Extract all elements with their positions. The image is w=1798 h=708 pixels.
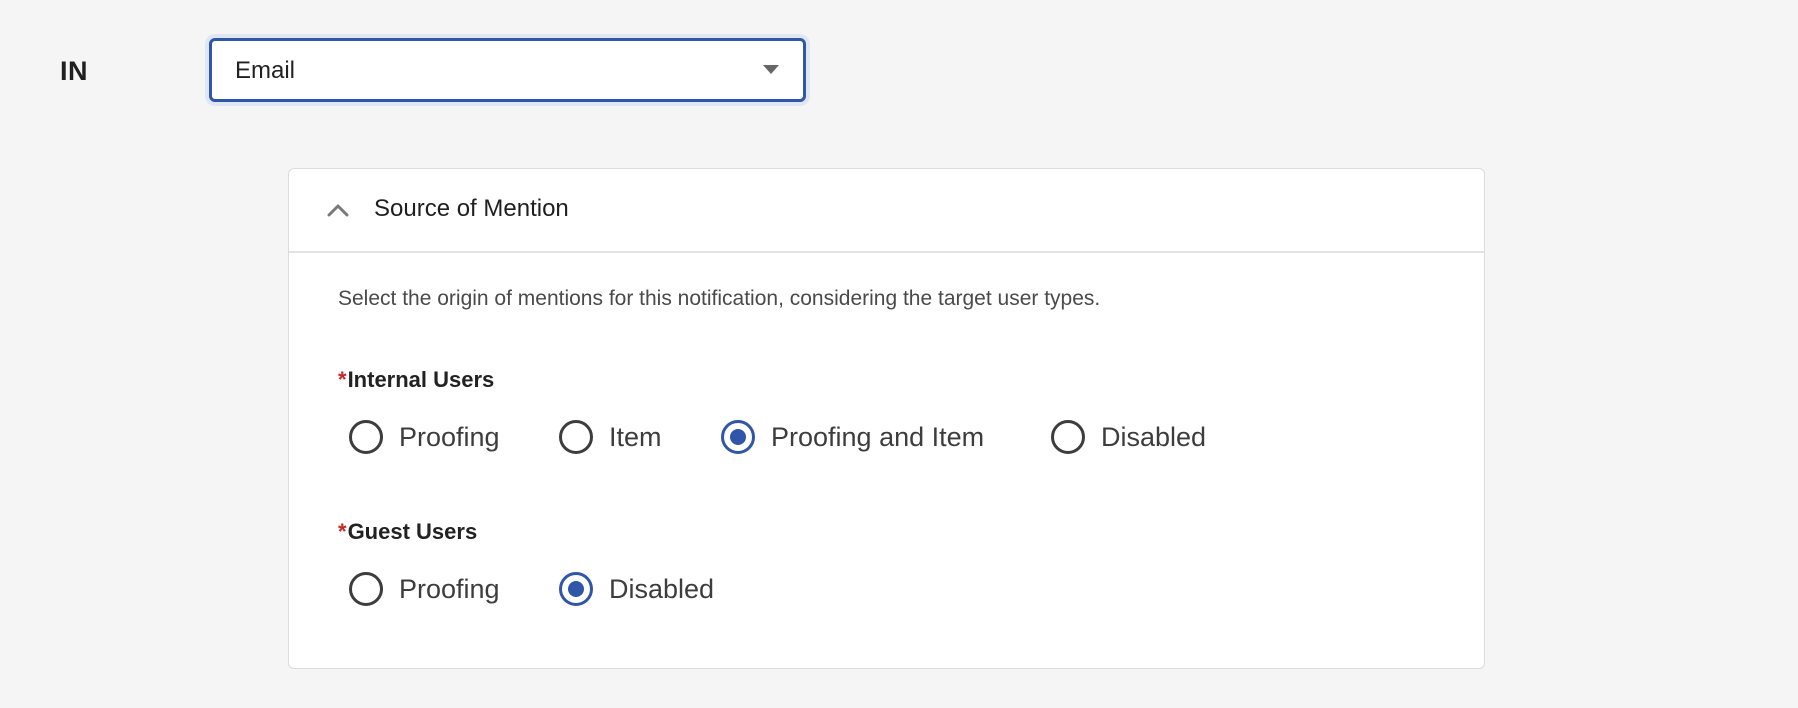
- radio-circle[interactable]: [349, 420, 383, 454]
- internal-users-label: *Internal Users: [338, 367, 494, 393]
- radio-circle[interactable]: [559, 420, 593, 454]
- radio-label: Disabled: [609, 573, 715, 604]
- radio-internal-proofing[interactable]: Proofing: [349, 415, 500, 459]
- channel-select-focus-ring: Email: [205, 34, 810, 106]
- radio-label: Proofing: [399, 421, 500, 452]
- caret-down-icon: [763, 65, 779, 74]
- guest-users-label: *Guest Users: [338, 519, 477, 545]
- required-mark: *: [338, 367, 347, 392]
- panel-title: Source of Mention: [374, 195, 569, 222]
- radio-label: Disabled: [1101, 421, 1207, 452]
- chevron-up-icon[interactable]: [327, 203, 349, 217]
- radio-label: Item: [609, 421, 662, 452]
- guest-users-label-text: Guest Users: [347, 519, 478, 544]
- radio-label: Proofing: [399, 573, 500, 604]
- channel-select[interactable]: Email: [209, 38, 806, 102]
- required-mark: *: [338, 519, 347, 544]
- radio-guest-proofing[interactable]: Proofing: [349, 567, 500, 611]
- panel-description: Select the origin of mentions for this n…: [338, 287, 1101, 310]
- internal-users-label-text: Internal Users: [347, 367, 495, 392]
- radio-internal-item[interactable]: Item: [559, 415, 662, 459]
- radio-label: Proofing and Item: [771, 421, 985, 452]
- radio-circle-checked[interactable]: [559, 572, 593, 606]
- source-of-mention-panel: Source of Mention Select the origin of m…: [288, 168, 1485, 669]
- radio-circle-checked[interactable]: [721, 420, 755, 454]
- radio-circle[interactable]: [1051, 420, 1085, 454]
- radio-guest-disabled[interactable]: Disabled: [559, 567, 714, 611]
- radio-internal-disabled[interactable]: Disabled: [1051, 415, 1206, 459]
- panel-header[interactable]: Source of Mention: [289, 169, 1484, 253]
- channel-select-value: Email: [235, 57, 296, 84]
- radio-internal-proofing-and-item[interactable]: Proofing and Item: [721, 415, 984, 459]
- radio-circle[interactable]: [349, 572, 383, 606]
- channel-label: IN: [60, 56, 88, 86]
